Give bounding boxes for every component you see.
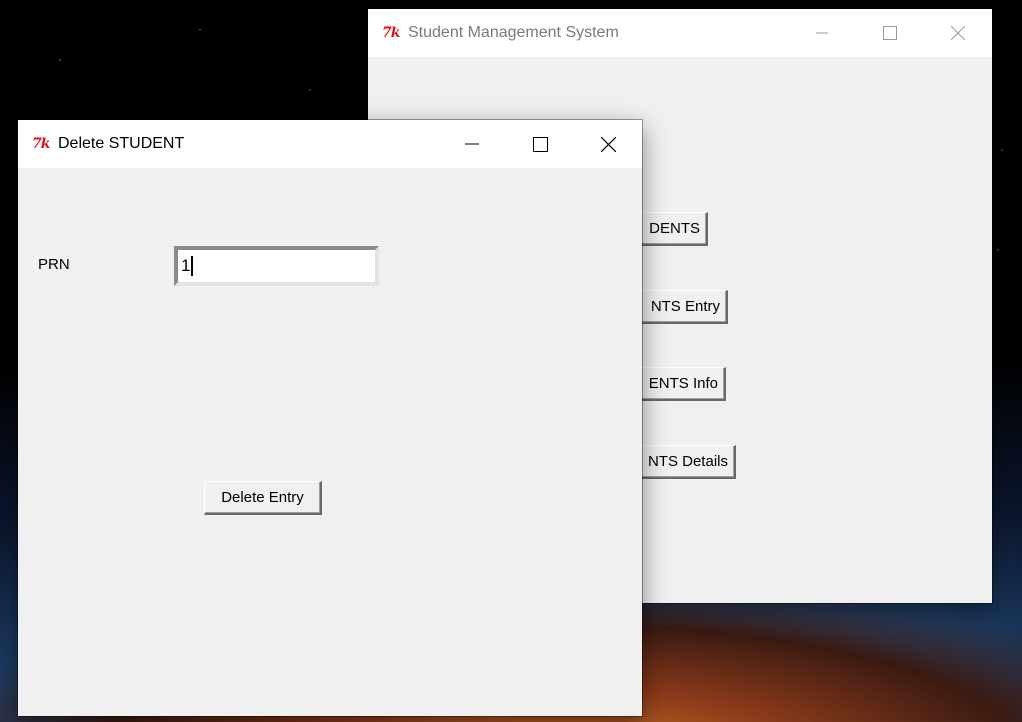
minimize-icon (465, 143, 479, 145)
maximize-button[interactable] (856, 9, 924, 57)
window-content: PRN 1 Delete Entry (18, 168, 642, 716)
close-icon (600, 136, 616, 152)
close-button[interactable] (574, 120, 642, 168)
window-title: Student Management System (408, 24, 619, 41)
window-title: Delete STUDENT (58, 135, 185, 152)
title-bar[interactable]: 7k Student Management System (368, 9, 992, 57)
close-button[interactable] (924, 9, 992, 57)
tk-logo-icon: 7k (32, 136, 50, 152)
text-caret (191, 256, 194, 276)
maximize-button[interactable] (506, 120, 574, 168)
minimize-button[interactable] (438, 120, 506, 168)
close-icon (951, 26, 965, 40)
title-bar[interactable]: 7k Delete STUDENT (18, 120, 642, 168)
minimize-button[interactable] (788, 9, 856, 57)
prn-input[interactable]: 1 (174, 246, 379, 286)
maximize-icon (532, 136, 548, 152)
minimize-icon (816, 32, 828, 34)
delete-entry-button[interactable]: Delete Entry (204, 481, 322, 515)
prn-label: PRN (38, 256, 70, 273)
tk-logo-icon: 7k (382, 25, 400, 41)
prn-input-value: 1 (181, 256, 191, 275)
maximize-icon (883, 26, 897, 40)
delete-student-window[interactable]: 7k Delete STUDENT PRN 1 Delete Entry (18, 120, 642, 716)
